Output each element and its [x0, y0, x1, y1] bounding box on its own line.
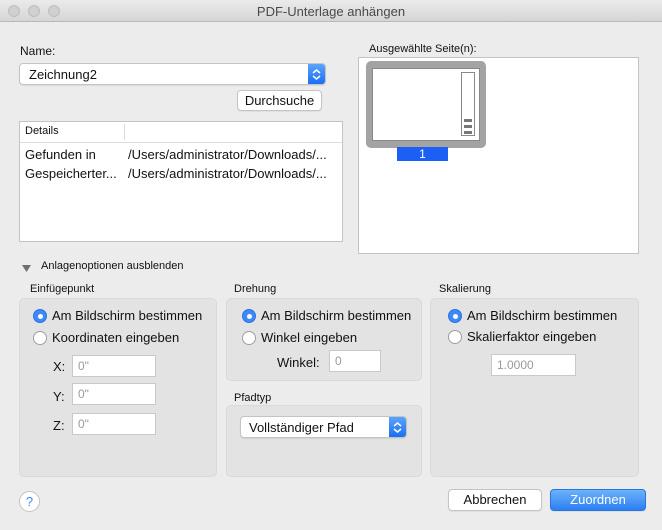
pages-label: Ausgewählte Seite(n): — [369, 43, 477, 55]
disclosure-triangle-icon[interactable] — [22, 261, 31, 276]
scale-group: Am Bildschirm bestimmen Skalierfaktor ei… — [430, 298, 639, 477]
details-key: Gespeicherter... — [25, 166, 117, 181]
angle-field[interactable]: 0 — [329, 350, 381, 372]
path-type-dropdown[interactable]: Vollständiger Pfad — [240, 416, 407, 438]
page-thumbnail[interactable] — [366, 61, 486, 148]
scale-onscreen-radio[interactable] — [448, 309, 462, 323]
rotation-group: Am Bildschirm bestimmen Winkel eingeben … — [226, 298, 422, 381]
z-label: Z: — [53, 418, 65, 433]
path-type-value: Vollständiger Pfad — [249, 420, 354, 435]
page-number-badge: 1 — [397, 147, 448, 161]
column-divider — [124, 124, 125, 140]
rotation-onscreen-label[interactable]: Am Bildschirm bestimmen — [261, 308, 421, 323]
insertion-title: Einfügepunkt — [30, 283, 95, 295]
rotation-angle-label[interactable]: Winkel eingeben — [261, 330, 357, 345]
details-header: Details — [25, 125, 59, 137]
scale-onscreen-label[interactable]: Am Bildschirm bestimmen — [467, 308, 617, 323]
y-field[interactable]: 0" — [72, 383, 156, 405]
insertion-group: Am Bildschirm bestimmen Koordinaten eing… — [19, 298, 217, 477]
details-key: Gefunden in — [25, 147, 96, 162]
rotation-angle-radio[interactable] — [242, 331, 256, 345]
scale-factor-label[interactable]: Skalierfaktor eingeben — [467, 329, 596, 344]
details-header-row: Details — [20, 122, 342, 143]
browse-button[interactable]: Durchsuche — [237, 90, 322, 111]
details-list[interactable]: Details Gefunden in /Users/administrator… — [19, 121, 343, 242]
insertion-onscreen-radio[interactable] — [33, 309, 47, 323]
cancel-button[interactable]: Abbrechen — [448, 489, 542, 511]
help-icon[interactable]: ? — [19, 491, 40, 512]
details-value: /Users/administrator/Downloads/... — [128, 166, 327, 181]
details-row[interactable]: Gespeicherter... /Users/administrator/Do… — [20, 166, 342, 184]
assign-button[interactable]: Zuordnen — [550, 489, 646, 511]
path-type-title: Pfadtyp — [234, 392, 272, 404]
updown-chevron-icon — [389, 417, 406, 437]
insertion-coordinates-radio[interactable] — [33, 331, 47, 345]
scale-factor-field[interactable]: 1.0000 — [491, 354, 576, 376]
insertion-coordinates-label[interactable]: Koordinaten eingeben — [52, 330, 179, 345]
name-dropdown[interactable]: Zeichnung2 — [19, 63, 326, 85]
y-label: Y: — [53, 389, 65, 404]
rotation-onscreen-radio[interactable] — [242, 309, 256, 323]
pdf-page-preview — [372, 68, 480, 141]
insertion-onscreen-label[interactable]: Am Bildschirm bestimmen — [52, 308, 217, 323]
pages-panel[interactable]: 1 — [358, 57, 639, 254]
scale-title: Skalierung — [439, 283, 491, 295]
angle-label: Winkel: — [277, 355, 320, 370]
options-toggle-label[interactable]: Anlagenoptionen ausblenden — [41, 260, 184, 272]
title-block-graphic — [461, 72, 475, 136]
name-dropdown-value: Zeichnung2 — [29, 67, 97, 82]
path-type-group: Vollständiger Pfad — [226, 405, 422, 477]
rotation-title: Drehung — [234, 283, 277, 295]
updown-chevron-icon — [308, 64, 325, 84]
window-title: PDF-Unterlage anhängen — [256, 4, 406, 19]
details-value: /Users/administrator/Downloads/... — [128, 147, 327, 162]
scale-factor-radio[interactable] — [448, 330, 462, 344]
z-field[interactable]: 0" — [72, 413, 156, 435]
x-label: X: — [53, 359, 66, 374]
details-row[interactable]: Gefunden in /Users/administrator/Downloa… — [20, 147, 342, 165]
name-label: Name: — [20, 44, 56, 58]
x-field[interactable]: 0" — [72, 355, 156, 377]
